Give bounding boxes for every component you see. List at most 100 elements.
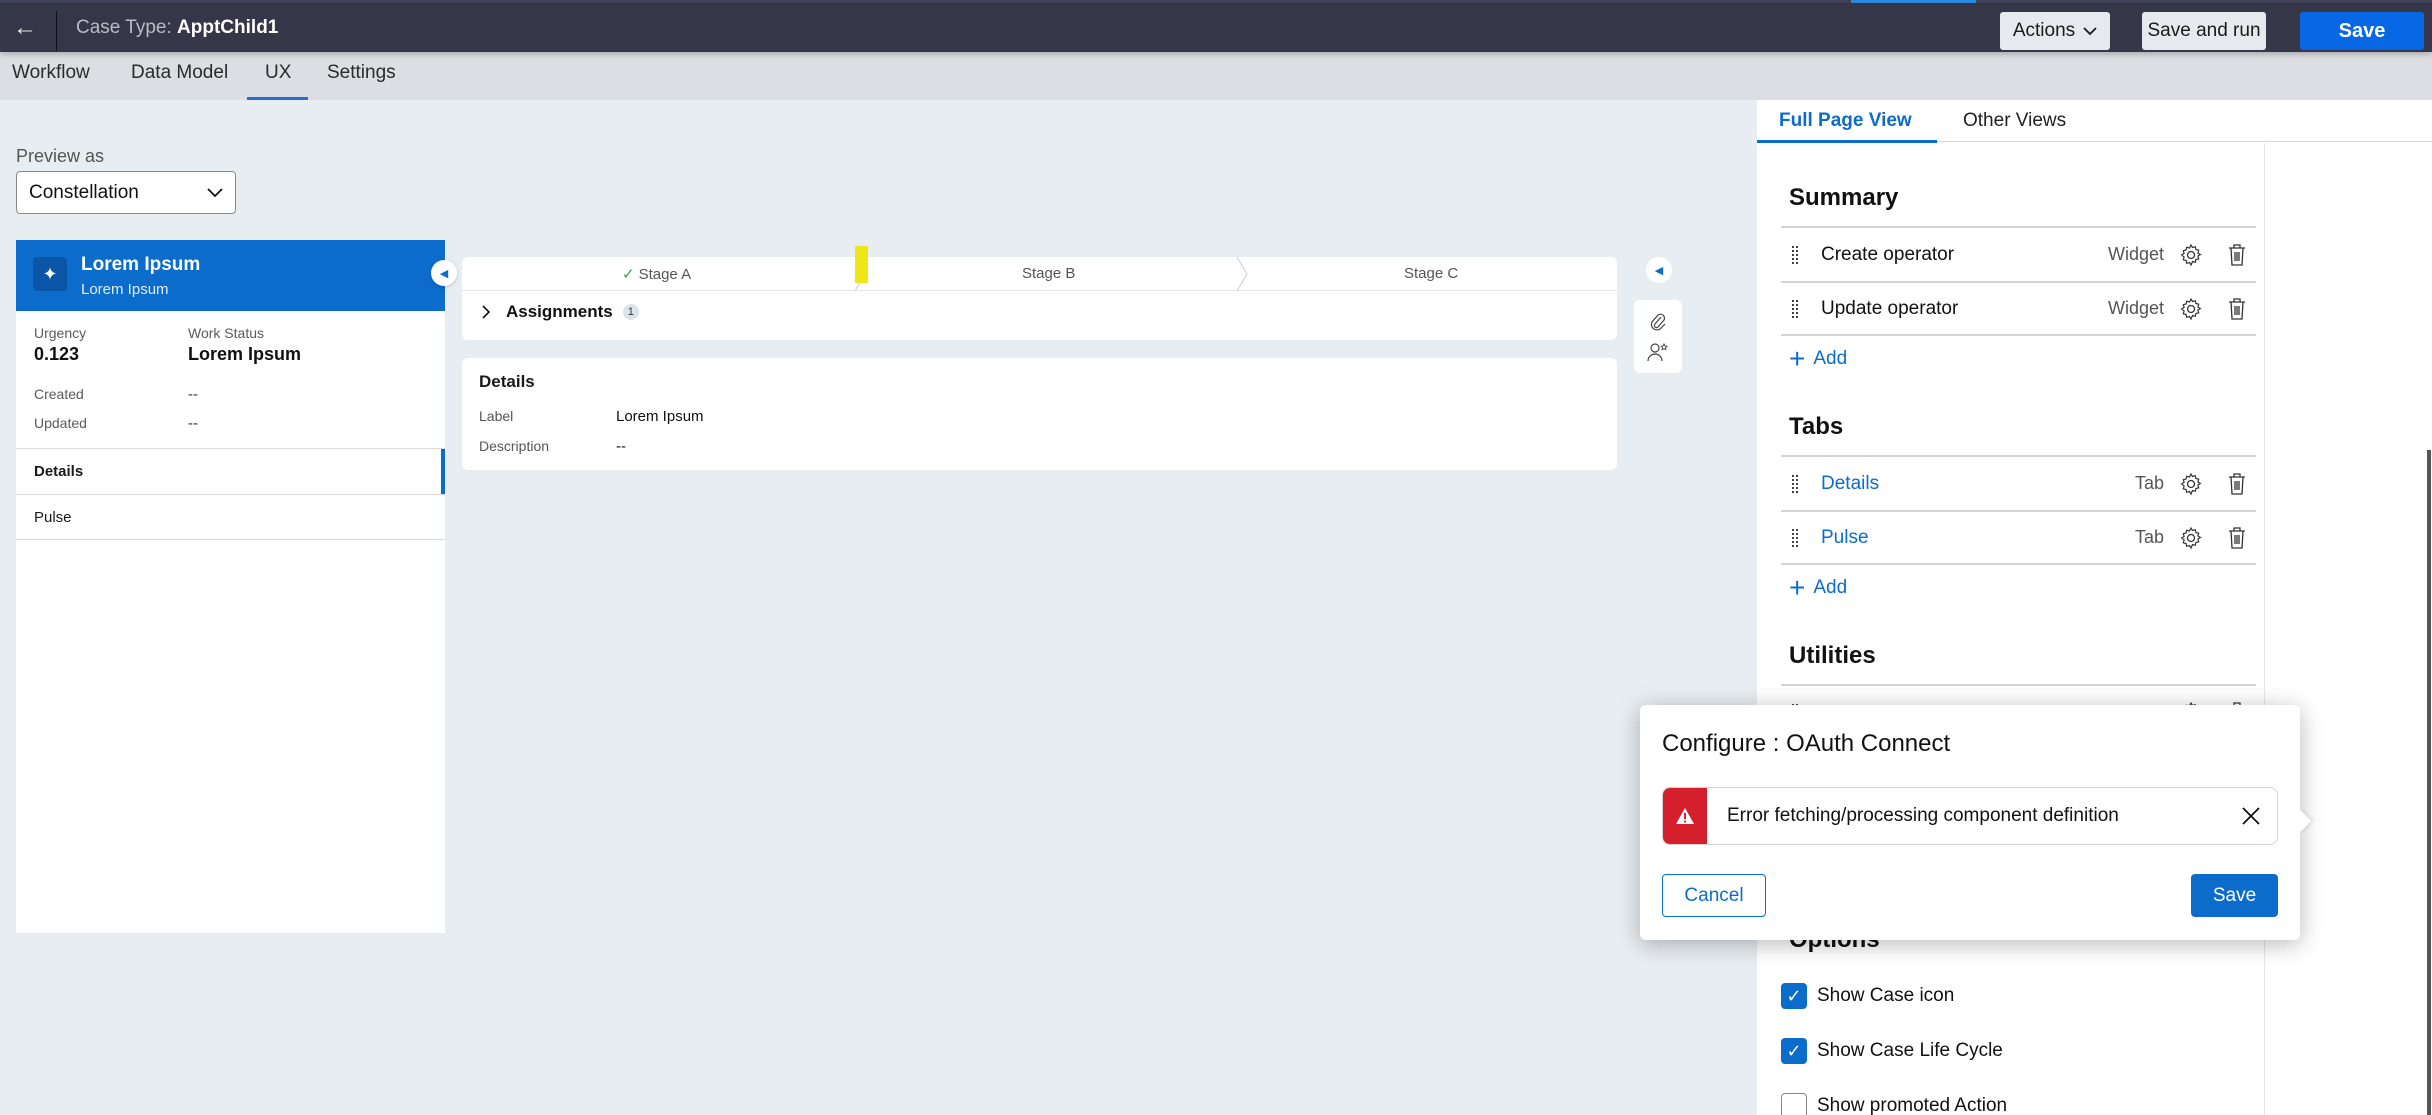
add-stakeholder-icon[interactable]: [1646, 340, 1670, 364]
view-config-panel: Full Page View Other Views Summary Creat…: [1757, 100, 2432, 1115]
paperclip-icon[interactable]: [1646, 310, 1670, 334]
main-tabs: Workflow Data Model UX Settings: [0, 52, 2432, 100]
header-divider: [56, 11, 57, 51]
show-case-life-cycle-checkbox[interactable]: ✓: [1781, 1038, 1807, 1064]
item-label[interactable]: Pulse: [1821, 527, 2135, 549]
caret-left-icon: ◀: [1654, 264, 1664, 277]
configure-popover: Configure : OAuth Connect Error fetching…: [1640, 705, 2300, 940]
item-type: Tab: [2134, 473, 2164, 493]
gear-icon[interactable]: [2178, 525, 2204, 551]
assignments-count-badge: 1: [622, 304, 639, 320]
option-show-case-life-cycle: ✓ Show Case Life Cycle: [1781, 1038, 2003, 1064]
updated-value: --: [188, 415, 198, 432]
tab-settings[interactable]: Settings: [327, 62, 396, 84]
assignments-label: Assignments: [506, 302, 613, 321]
highlight-marker: [855, 246, 868, 283]
list-item: Pulse Tab: [1781, 510, 2256, 565]
plus-icon: +: [1789, 343, 1806, 374]
case-tab-details[interactable]: Details: [16, 448, 445, 494]
details-card: Details Label Lorem Ipsum Description --: [462, 358, 1617, 470]
page-title: Case Type: ApptChild1: [76, 17, 278, 39]
panel-scrollbar[interactable]: [2427, 450, 2431, 1115]
tab-ux[interactable]: UX: [265, 62, 291, 84]
actions-button[interactable]: Actions: [2000, 12, 2110, 50]
item-label[interactable]: Details: [1821, 473, 2135, 495]
preview-as-select[interactable]: Constellation: [16, 171, 236, 214]
case-summary-card: ✦ Lorem Ipsum Lorem Ipsum Urgency 0.123 …: [16, 240, 445, 933]
item-type: Tab: [2134, 527, 2164, 547]
label-field-label: Label: [479, 408, 514, 424]
close-icon: [2242, 807, 2260, 825]
stage-a-label: Stage A: [638, 266, 692, 283]
trash-icon[interactable]: [2224, 296, 2250, 322]
gear-icon[interactable]: [2178, 242, 2204, 268]
warning-icon: [1663, 788, 1707, 844]
trash-icon[interactable]: [2224, 242, 2250, 268]
option-show-promoted-action: Show promoted Action: [1781, 1093, 2007, 1115]
add-tab-button[interactable]: + Add: [1789, 572, 1848, 603]
drag-handle-icon[interactable]: [1791, 473, 1799, 494]
drag-handle-icon[interactable]: [1791, 527, 1799, 548]
check-icon: ✓: [622, 266, 635, 283]
tab-data-model[interactable]: Data Model: [131, 62, 228, 84]
dismiss-error-button[interactable]: [2231, 796, 2271, 836]
gear-icon[interactable]: [2178, 471, 2204, 497]
show-case-icon-checkbox[interactable]: ✓: [1781, 983, 1807, 1009]
error-message: Error fetching/processing component defi…: [1727, 805, 2119, 826]
trash-icon[interactable]: [2224, 471, 2250, 497]
tabs-heading: Tabs: [1789, 413, 1844, 440]
add-label: Add: [1813, 577, 1848, 598]
case-tab-pulse[interactable]: Pulse: [16, 494, 445, 540]
description-field-label: Description: [479, 438, 550, 454]
collapse-left-panel-button[interactable]: ◀: [431, 260, 457, 286]
app-header: ← Case Type: ApptChild1 Actions Save and…: [0, 3, 2432, 52]
stage-a[interactable]: ✓ Stage A: [622, 265, 691, 283]
option-label: Show Case Life Cycle: [1817, 1040, 2003, 1061]
stage-b[interactable]: Stage B: [1022, 265, 1075, 282]
item-label: Create operator: [1821, 243, 1955, 265]
details-heading: Details: [479, 372, 535, 391]
show-promoted-action-checkbox[interactable]: [1781, 1093, 1807, 1115]
item-label: Update operator: [1821, 297, 1959, 319]
gear-icon[interactable]: [2178, 296, 2204, 322]
error-banner: Error fetching/processing component defi…: [1662, 787, 2278, 845]
tab-full-page-view[interactable]: Full Page View: [1779, 110, 1912, 132]
preview-selected-value: Constellation: [29, 181, 139, 203]
stage-c[interactable]: Stage C: [1404, 265, 1458, 282]
case-type-name: ApptChild1: [177, 17, 279, 38]
option-label: Show Case icon: [1817, 985, 1955, 1006]
utilities-strip: [1634, 300, 1682, 373]
tab-other-views[interactable]: Other Views: [1963, 110, 2066, 132]
tab-workflow[interactable]: Workflow: [12, 62, 90, 84]
cancel-button[interactable]: Cancel: [1662, 874, 1766, 917]
save-and-run-button[interactable]: Save and run: [2142, 12, 2266, 50]
save-button[interactable]: Save: [2300, 12, 2424, 50]
drag-handle-icon[interactable]: [1791, 244, 1799, 265]
work-status-label: Work Status: [188, 325, 264, 341]
sparkle-icon: ✦: [33, 257, 67, 291]
active-tab-indicator: [247, 97, 308, 100]
case-lifecycle-card: ✓ Stage A Stage B Stage C Assignments 1: [462, 257, 1617, 340]
drag-handle-icon[interactable]: [1791, 298, 1799, 319]
urgency-value: 0.123: [34, 344, 80, 364]
item-type: Widget: [2107, 244, 2164, 264]
add-label: Add: [1813, 348, 1848, 369]
assignments-toggle[interactable]: Assignments 1: [482, 302, 639, 322]
plus-icon: +: [1789, 572, 1806, 603]
panel-content-edge: [2264, 143, 2265, 1115]
collapse-utilities-button[interactable]: ◀: [1646, 257, 1672, 283]
updated-label: Updated: [34, 415, 87, 431]
check-icon: ✓: [1786, 1040, 1802, 1061]
preview-as-label: Preview as: [16, 146, 105, 166]
active-tab-indicator: [1757, 140, 1937, 143]
chevron-right-icon: [482, 305, 490, 319]
popover-save-button[interactable]: Save: [2191, 874, 2278, 917]
back-button[interactable]: ←: [8, 11, 42, 45]
case-header: ✦ Lorem Ipsum Lorem Ipsum: [16, 240, 445, 311]
utilities-heading: Utilities: [1789, 642, 1876, 669]
case-name: Lorem Ipsum: [81, 254, 201, 275]
urgency-label: Urgency: [34, 325, 87, 341]
trash-icon[interactable]: [2224, 525, 2250, 551]
chevron-down-icon: [207, 187, 223, 197]
add-summary-item-button[interactable]: + Add: [1789, 343, 1848, 374]
